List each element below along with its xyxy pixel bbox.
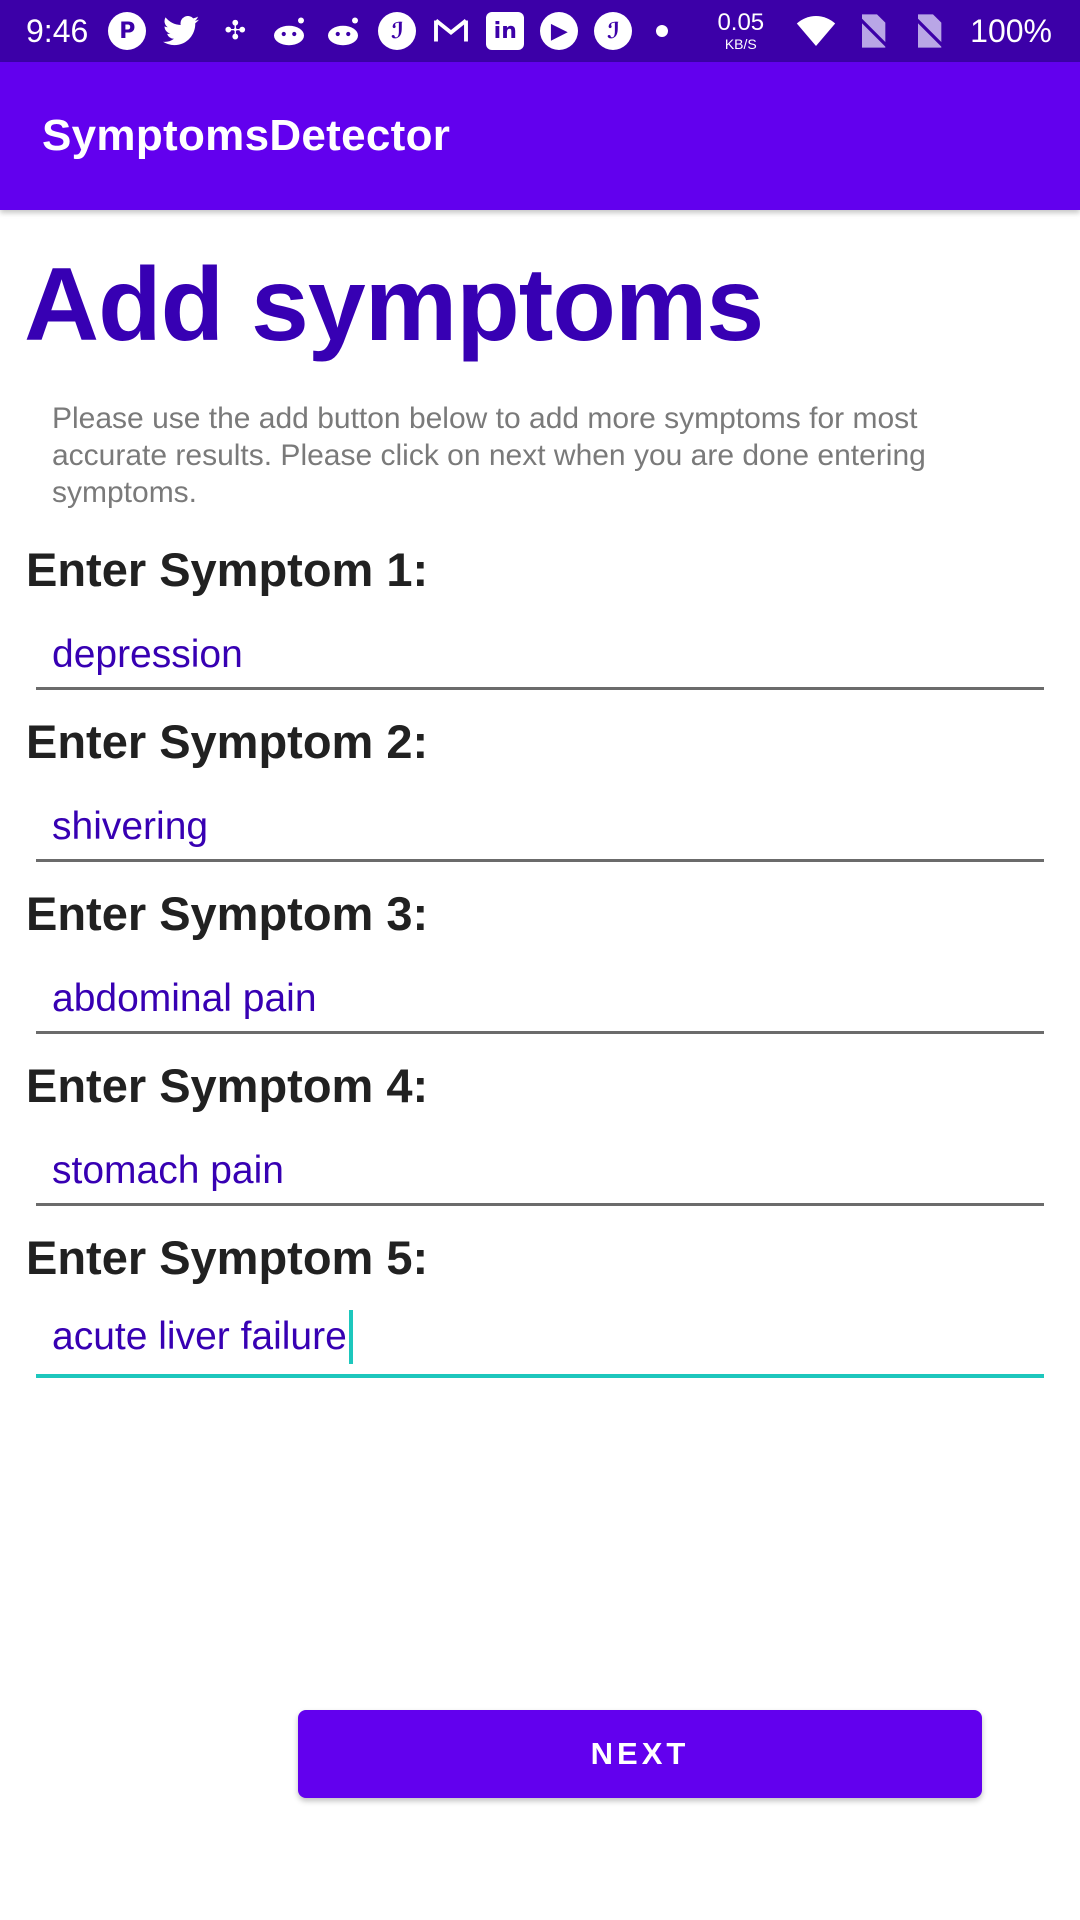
twitter-icon bbox=[162, 12, 200, 50]
symptom-4-input[interactable]: stomach pain bbox=[36, 1136, 1044, 1206]
instructions-text: Please use the add button below to add m… bbox=[52, 402, 926, 509]
symptom-1-input[interactable]: depression bbox=[36, 620, 1044, 690]
notification-icons: P ✣ ℐ in ▶ ℐ bbox=[108, 12, 717, 50]
app-bar: SymptomsDetector bbox=[0, 62, 1080, 210]
network-speed-value: 0.05 bbox=[717, 9, 765, 36]
symptom-3-label: Enter Symptom 3: bbox=[26, 887, 429, 940]
battery-level: 100% bbox=[970, 12, 1052, 49]
symptom-3-value: abdominal pain bbox=[52, 977, 317, 1020]
system-status: 0.05 KB/S 100% bbox=[717, 9, 1052, 52]
symptom-2-value: shivering bbox=[52, 805, 209, 848]
feather-icon: ℐ bbox=[594, 12, 633, 50]
feather-icon: ℐ bbox=[378, 12, 417, 50]
network-speed: 0.05 KB/S bbox=[717, 9, 765, 52]
reddit-icon bbox=[324, 12, 362, 50]
symptom-3-input[interactable]: abdominal pain bbox=[36, 964, 1044, 1034]
symptom-1-label: Enter Symptom 1: bbox=[26, 543, 429, 596]
symptom-5-input[interactable]: acute liver failure bbox=[36, 1308, 1044, 1378]
text-cursor bbox=[348, 1310, 353, 1364]
wifi-icon bbox=[796, 16, 836, 46]
pinterest-icon: P bbox=[108, 12, 147, 50]
pinwheel-icon: ✣ bbox=[224, 16, 247, 46]
symptom-4-label: Enter Symptom 4: bbox=[26, 1059, 429, 1112]
no-sim-icon bbox=[855, 14, 889, 48]
status-time: 9:46 bbox=[26, 12, 89, 49]
symptom-2-label: Enter Symptom 2: bbox=[26, 715, 429, 768]
status-bar: 9:46 P ✣ ℐ in ▶ ℐ 0.05 KB/S 100% bbox=[0, 0, 1080, 62]
linkedin-icon: in bbox=[486, 12, 525, 50]
next-button[interactable]: NEXT bbox=[298, 1710, 982, 1798]
network-speed-unit: KB/S bbox=[724, 36, 757, 52]
gmail-icon bbox=[432, 12, 470, 50]
symptom-5-value-wrap: acute liver failure bbox=[36, 1310, 353, 1374]
symptom-1-value: depression bbox=[52, 633, 243, 676]
page-title: Add symptoms bbox=[24, 247, 764, 363]
dot-icon bbox=[656, 25, 669, 37]
app-title: SymptomsDetector bbox=[42, 111, 451, 160]
symptom-5-label: Enter Symptom 5: bbox=[26, 1231, 429, 1284]
no-sim-icon bbox=[911, 14, 945, 48]
symptom-2-input[interactable]: shivering bbox=[36, 792, 1044, 862]
symptom-5-value: acute liver failure bbox=[52, 1315, 347, 1358]
symptom-4-value: stomach pain bbox=[52, 1149, 284, 1192]
reddit-icon bbox=[270, 12, 308, 50]
youtube-icon: ▶ bbox=[540, 12, 579, 50]
